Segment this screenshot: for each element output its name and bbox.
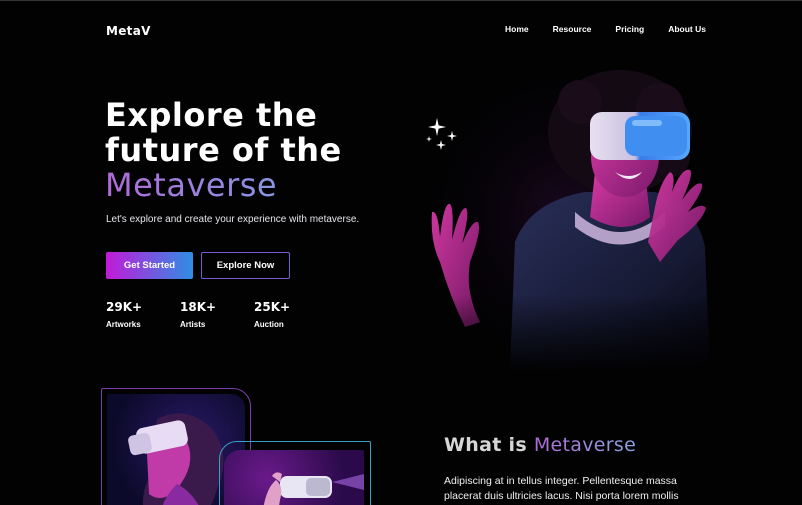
stat-value: 25K+ xyxy=(254,300,291,314)
get-started-button[interactable]: Get Started xyxy=(106,252,193,279)
about-title-accent: Metaverse xyxy=(533,434,637,456)
vr-headset-hands-image xyxy=(263,472,364,505)
hero-title-accent: Metaverse xyxy=(105,168,342,203)
hero-vr-person-image xyxy=(420,62,710,372)
stat-artists: 18K+ Artists xyxy=(180,300,254,329)
stat-auction: 25K+ Auction xyxy=(254,300,328,329)
explore-now-button[interactable]: Explore Now xyxy=(201,252,290,279)
nav-resource[interactable]: Resource xyxy=(553,24,592,34)
nav-pricing[interactable]: Pricing xyxy=(615,24,644,34)
hero-title-line2: future of the xyxy=(105,131,342,169)
hero-subtitle: Let's explore and create your experience… xyxy=(106,214,360,225)
about-title-prefix: What is xyxy=(444,434,527,456)
hero-title: Explore the future of the Metaverse xyxy=(105,98,342,203)
stat-artworks: 29K+ Artworks xyxy=(106,300,180,329)
about-section-body: Adipiscing at in tellus integer. Pellent… xyxy=(444,475,679,502)
stat-value: 18K+ xyxy=(180,300,217,314)
hero-title-line1: Explore the xyxy=(105,96,318,134)
nav-home[interactable]: Home xyxy=(505,24,529,34)
top-border xyxy=(0,0,802,1)
nav-about-us[interactable]: About Us xyxy=(668,24,706,34)
hero-stats: 29K+ Artworks 18K+ Artists 25K+ Auction xyxy=(106,300,328,329)
stat-label: Artists xyxy=(180,320,206,329)
stat-label: Artworks xyxy=(106,320,141,329)
about-section-title: What is Metaverse xyxy=(444,434,636,456)
stat-value: 29K+ xyxy=(106,300,143,314)
main-nav: Home Resource Pricing About Us xyxy=(505,24,706,34)
metaverse-image-card-2 xyxy=(219,441,371,505)
stat-label: Auction xyxy=(254,320,284,329)
logo[interactable]: MetaV xyxy=(106,24,151,38)
